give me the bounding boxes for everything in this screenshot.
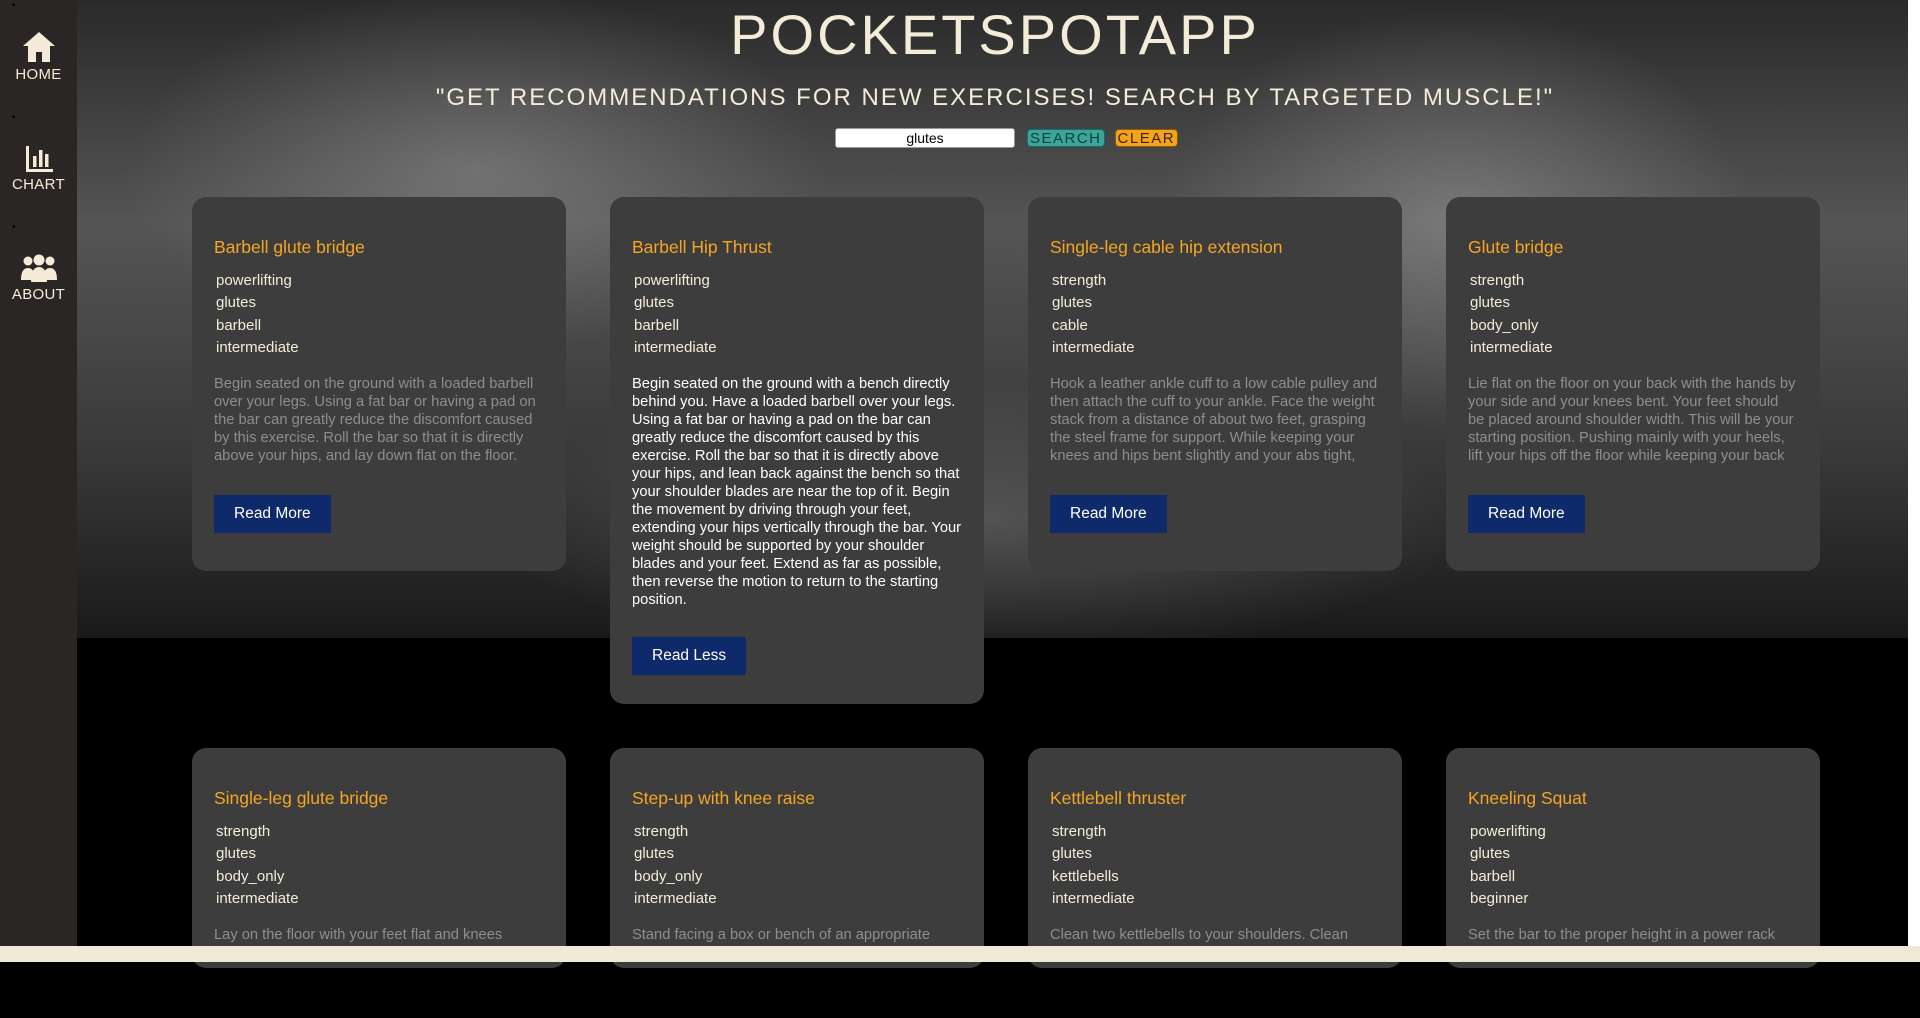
tag-equipment: barbell [216,316,262,334]
exercise-card: Single-leg glute bridge strength glutes … [192,748,566,968]
exercise-card: Step-up with knee raise strength glutes … [610,748,984,968]
horizontal-scrollbar[interactable] [0,946,1920,962]
search-input[interactable] [835,128,1015,148]
exercise-card: Glute bridge strength glutes body_only i… [1446,197,1820,571]
exercise-card: Kneeling Squat powerlifting glutes barbe… [1446,748,1820,968]
tag-type: strength [634,823,689,840]
bar-chart-icon [0,144,77,174]
tag-type: strength [1052,823,1107,840]
tag-muscle: glutes [216,294,257,312]
tag-difficulty: intermediate [1052,338,1135,356]
exercise-title: Single-leg glute bridge [214,788,389,808]
exercise-title: Barbell glute bridge [214,237,365,257]
exercise-tags: powerlifting glutes barbell intermediate [632,270,962,359]
nav-chart[interactable]: CHART [0,144,77,193]
exercise-card-expanded: Barbell Hip Thrust powerlifting glutes b… [610,197,984,704]
exercise-tags: strength glutes body_only intermediate [214,821,544,910]
exercise-description: Lie flat on the floor on your back with … [1468,376,1796,467]
tag-equipment: body_only [1470,316,1539,334]
exercise-title: Glute bridge [1468,237,1564,257]
tag-type: strength [1470,272,1525,289]
tag-equipment: body_only [216,867,285,885]
exercise-tags: strength glutes kettlebells intermediate [1050,821,1380,910]
tag-type: strength [216,823,271,840]
exercise-tags: powerlifting glutes barbell beginner [1468,821,1798,910]
nav-about[interactable]: ABOUT [0,254,77,303]
tag-equipment: body_only [634,867,703,885]
list-bullet: • [12,0,16,11]
exercise-description: Set the bar to the proper height in a po… [1468,927,1775,944]
tag-muscle: glutes [634,294,675,312]
tag-difficulty: beginner [1470,889,1529,907]
list-bullet: • [12,222,16,233]
nav-about-label: ABOUT [11,286,66,303]
tag-difficulty: intermediate [1052,889,1135,907]
tag-muscle: glutes [634,845,675,863]
exercise-tags: strength glutes cable intermediate [1050,270,1380,359]
page-edge [1908,0,1920,962]
clear-button[interactable]: CLEAR [1114,129,1179,147]
read-less-button[interactable]: Read Less [632,637,747,676]
tag-equipment: kettlebells [1052,867,1119,885]
tag-muscle: glutes [1052,845,1093,863]
exercise-title: Step-up with knee raise [632,788,815,808]
exercise-tags: strength glutes body_only intermediate [632,821,962,910]
exercise-description: Stand facing a box or bench of an approp… [632,927,931,944]
exercise-title: Barbell Hip Thrust [632,237,772,257]
tag-muscle: glutes [1470,294,1511,312]
nav-chart-label: CHART [12,176,65,193]
exercise-description: Begin seated on the ground with a loaded… [214,376,536,467]
sidebar-nav: • HOME • CHART • ABOUT [0,0,77,946]
tag-muscle: glutes [1052,294,1093,312]
read-more-button[interactable]: Read More [1050,495,1167,534]
tag-type: powerlifting [634,272,710,289]
tagline: "GET RECOMMENDATIONS FOR NEW EXERCISES! … [435,84,1555,111]
exercise-card: Barbell glute bridge powerlifting glutes… [192,197,566,571]
nav-home-label: HOME [15,66,62,83]
exercise-description: Clean two kettlebells to your shoulders.… [1050,927,1348,944]
tag-difficulty: intermediate [1470,338,1553,356]
tag-type: strength [1052,272,1107,289]
read-more-button[interactable]: Read More [1468,495,1585,534]
search-button[interactable]: SEARCH [1027,129,1105,147]
tag-type: powerlifting [216,272,292,289]
search-bar: SEARCH CLEAR [835,128,1179,148]
app-title: POCKETSPOTAPP [730,3,1260,66]
exercise-title: Kneeling Squat [1468,788,1587,808]
users-icon [0,254,77,284]
tag-difficulty: intermediate [216,889,299,907]
exercise-title: Kettlebell thruster [1050,788,1187,808]
exercise-description: Hook a leather ankle cuff to a low cable… [1050,376,1378,467]
nav-home[interactable]: HOME [0,30,77,83]
exercise-card: Single-leg cable hip extension strength … [1028,197,1402,571]
exercise-tags: strength glutes body_only intermediate [1468,270,1798,359]
exercise-description: Begin seated on the ground with a bench … [632,376,962,609]
exercise-card: Kettlebell thruster strength glutes kett… [1028,748,1402,968]
tag-muscle: glutes [1470,845,1511,863]
tag-difficulty: intermediate [634,338,717,356]
tag-difficulty: intermediate [216,338,299,356]
exercise-tags: powerlifting glutes barbell intermediate [214,270,544,359]
tag-muscle: glutes [216,845,257,863]
home-icon [0,30,77,64]
tag-equipment: barbell [634,316,680,334]
tag-type: powerlifting [1470,823,1546,840]
tag-equipment: barbell [1470,867,1516,885]
exercise-description: Lay on the floor with your feet flat and… [214,927,503,944]
read-more-button[interactable]: Read More [214,495,331,534]
tag-difficulty: intermediate [634,889,717,907]
tag-equipment: cable [1052,316,1088,334]
exercise-title: Single-leg cable hip extension [1050,237,1283,257]
list-bullet: • [12,112,16,123]
